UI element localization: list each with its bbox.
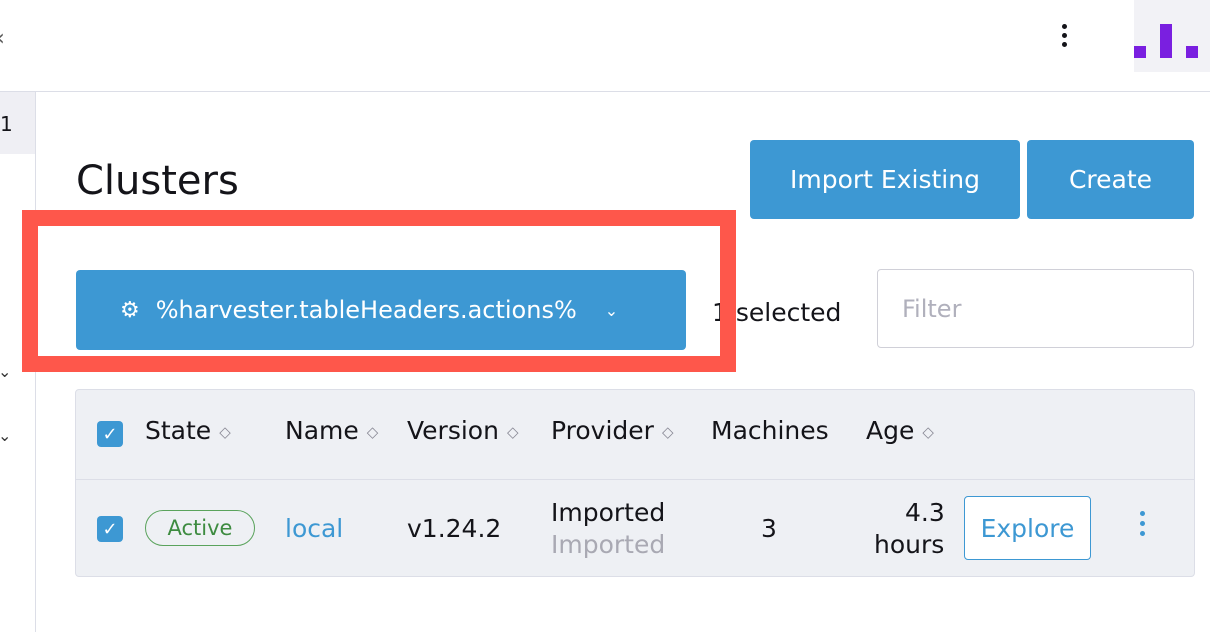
row-actions-icon[interactable]	[1132, 506, 1152, 550]
column-header-machines: Machines	[711, 416, 829, 445]
import-existing-button[interactable]: Import Existing	[750, 140, 1020, 219]
cluster-version: v1.24.2	[407, 514, 502, 543]
vertical-ellipsis-icon[interactable]	[1052, 20, 1076, 56]
clusters-table: ✓ State ◇ Name ◇ Version ◇ Provider ◇ Machin…	[75, 389, 1195, 577]
brand-logo[interactable]	[1134, 0, 1210, 72]
column-header-state[interactable]: State ◇	[145, 416, 231, 445]
page-title: Clusters	[76, 158, 239, 204]
chevron-down-icon[interactable]: ⌄	[0, 362, 11, 381]
select-all-checkbox[interactable]: ✓	[97, 421, 123, 447]
status-badge: Active	[145, 510, 255, 546]
top-bar: ‹	[0, 0, 1210, 92]
sort-icon: ◇	[506, 423, 519, 441]
column-header-provider[interactable]: Provider ◇	[551, 416, 673, 445]
chevron-down-icon[interactable]: ⌄	[0, 426, 11, 445]
column-header-age[interactable]: Age ◇	[866, 416, 934, 445]
sort-icon: ◇	[922, 423, 934, 441]
sort-icon: ◇	[661, 423, 674, 441]
column-header-version[interactable]: Version ◇	[407, 416, 518, 445]
column-header-name[interactable]: Name ◇	[285, 416, 378, 445]
sidebar-item-count[interactable]: 1	[0, 92, 35, 154]
cluster-provider-sub: Imported	[551, 530, 666, 559]
sort-icon: ◇	[366, 423, 379, 441]
explore-button[interactable]: Explore	[964, 496, 1091, 560]
sort-icon: ◇	[219, 423, 231, 441]
filter-input[interactable]	[877, 269, 1194, 348]
cluster-age-unit: hours	[874, 530, 945, 559]
cluster-age-value: 4.3	[905, 498, 945, 527]
create-button[interactable]: Create	[1027, 140, 1194, 219]
cluster-machines: 3	[761, 514, 777, 543]
table-row: ✓ Active local v1.24.2 Imported Imported…	[76, 480, 1194, 576]
annotation-highlight-box	[22, 210, 736, 372]
collapse-icon[interactable]: ‹	[0, 26, 5, 51]
table-header: ✓ State ◇ Name ◇ Version ◇ Provider ◇ Machin…	[76, 390, 1194, 480]
row-checkbox[interactable]: ✓	[97, 516, 123, 542]
cluster-name-link[interactable]: local	[285, 514, 343, 543]
cluster-provider: Imported	[551, 498, 666, 527]
